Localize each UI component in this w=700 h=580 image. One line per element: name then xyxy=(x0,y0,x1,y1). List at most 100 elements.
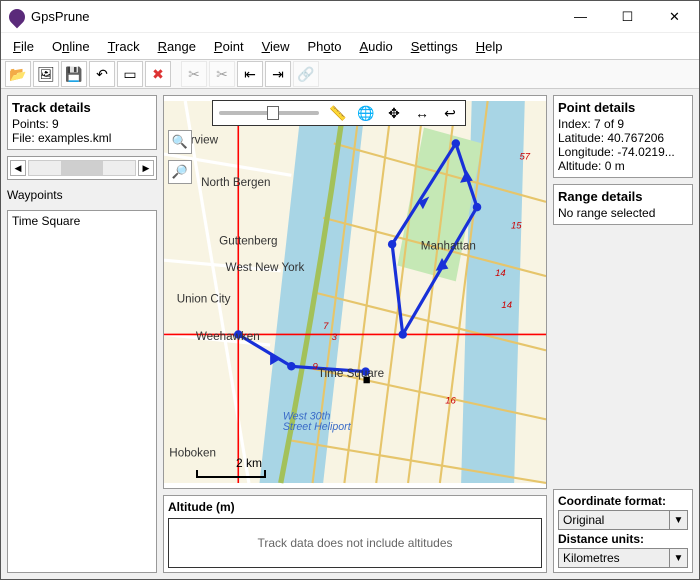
menu-photo[interactable]: Photo xyxy=(300,37,350,56)
range-end-button[interactable]: ⇥ xyxy=(265,61,291,87)
zoom-in-button[interactable]: 🔍 xyxy=(168,130,192,154)
svg-text:14: 14 xyxy=(501,300,512,311)
point-details-panel: Point details Index: 7 of 9 Latitude: 40… xyxy=(553,95,693,178)
map-toolbar: 📏 🌐 ✥ ↔ ↩ xyxy=(212,100,466,126)
window-controls: — ☐ ✕ xyxy=(558,3,697,31)
map-label-waypoint: Time Square xyxy=(318,367,384,380)
menu-settings[interactable]: Settings xyxy=(403,37,466,56)
altitude-message: Track data does not include altitudes xyxy=(168,518,542,568)
menu-track[interactable]: Track xyxy=(100,37,148,56)
delete-icon: ✖ xyxy=(152,66,164,83)
distance-units-label: Distance units: xyxy=(558,532,688,546)
app-icon xyxy=(6,5,29,28)
minimize-button[interactable]: — xyxy=(558,3,603,31)
globe-icon[interactable]: 🌐 xyxy=(357,104,375,122)
connect-button: 🔗 xyxy=(293,61,319,87)
move-icon[interactable]: ✥ xyxy=(385,104,403,122)
left-column: Track details Points: 9 File: examples.k… xyxy=(7,95,157,573)
slider-knob[interactable] xyxy=(267,106,279,120)
folder-open-icon: 📂 xyxy=(9,66,26,83)
undo-button[interactable]: ↶ xyxy=(89,61,115,87)
zoom-slider[interactable] xyxy=(219,111,319,115)
center-column: Cliffside Park Fairview North Bergen Gut… xyxy=(163,95,547,573)
chevron-down-icon: ▼ xyxy=(669,549,687,567)
range-details-panel: Range details No range selected xyxy=(553,184,693,225)
svg-text:9: 9 xyxy=(313,361,319,372)
maximize-button[interactable]: ☐ xyxy=(605,3,650,31)
distance-units-select[interactable]: Kilometres ▼ xyxy=(558,548,688,568)
share-icon[interactable]: ↔ xyxy=(413,104,431,122)
scroll-left-icon[interactable]: ◀ xyxy=(10,160,26,176)
scroll-thumb[interactable] xyxy=(61,161,103,175)
waypoints-heading: Waypoints xyxy=(7,186,157,204)
range-end-icon: ⇥ xyxy=(272,66,284,83)
track-file: File: examples.kml xyxy=(12,131,152,145)
range-start-icon: ⇤ xyxy=(244,66,256,83)
map-canvas[interactable]: Cliffside Park Fairview North Bergen Gut… xyxy=(164,96,546,488)
scale-bar: 2 km xyxy=(196,456,266,478)
track-details-panel: Track details Points: 9 File: examples.k… xyxy=(7,95,157,150)
map-label: Weehawken xyxy=(196,330,260,343)
menu-file[interactable]: File xyxy=(5,37,42,56)
point-alt: Altitude: 0 m xyxy=(558,159,688,173)
menubar: File Online Track Range Point View Photo… xyxy=(1,33,699,59)
point-details-heading: Point details xyxy=(558,100,688,115)
format-controls: Coordinate format: Original ▼ Distance u… xyxy=(553,489,693,573)
zoom-out-button[interactable]: 🔎 xyxy=(168,160,192,184)
open-button[interactable]: 📂 xyxy=(5,61,31,87)
link-icon: 🔗 xyxy=(297,66,314,83)
point-lat: Latitude: 40.767206 xyxy=(558,131,688,145)
close-button[interactable]: ✕ xyxy=(652,3,697,31)
scroll-right-icon[interactable]: ▶ xyxy=(138,160,154,176)
point-lon: Longitude: -74.0219... xyxy=(558,145,688,159)
scroll-track[interactable] xyxy=(28,160,136,176)
list-item[interactable]: Time Square xyxy=(10,213,154,229)
altitude-panel: Altitude (m) Track data does not include… xyxy=(163,495,547,573)
scale-bar-line xyxy=(196,470,266,478)
altitude-heading: Altitude (m) xyxy=(168,500,542,514)
add-photo-button[interactable]: 🖼 xyxy=(33,61,59,87)
save-button[interactable]: 💾 xyxy=(61,61,87,87)
svg-text:57: 57 xyxy=(519,151,530,162)
menu-online[interactable]: Online xyxy=(44,37,98,56)
scale-label: 2 km xyxy=(196,456,262,470)
svg-text:15: 15 xyxy=(511,220,522,231)
edit-icon: ▭ xyxy=(123,66,136,83)
map-label: West New York xyxy=(226,261,305,274)
track-scrollbar[interactable]: ◀ ▶ xyxy=(7,156,157,180)
zoom-controls: 🔍 🔎 xyxy=(168,130,192,184)
cut-button: ✂ xyxy=(181,61,207,87)
menu-view[interactable]: View xyxy=(254,37,298,56)
ruler-icon[interactable]: 📏 xyxy=(329,104,347,122)
menu-range[interactable]: Range xyxy=(150,37,204,56)
back-icon[interactable]: ↩ xyxy=(441,104,459,122)
waypoints-list[interactable]: Time Square xyxy=(7,210,157,573)
svg-text:16: 16 xyxy=(445,395,456,406)
delete-range-button: ✂ xyxy=(209,61,235,87)
menu-audio[interactable]: Audio xyxy=(352,37,401,56)
distance-units-value: Kilometres xyxy=(559,551,669,565)
menu-help[interactable]: Help xyxy=(468,37,511,56)
undo-icon: ↶ xyxy=(96,66,108,83)
range-details-heading: Range details xyxy=(558,189,688,204)
save-icon: 💾 xyxy=(65,66,82,83)
scissors-icon: ✂ xyxy=(216,66,228,83)
svg-text:14: 14 xyxy=(495,268,506,279)
menu-point[interactable]: Point xyxy=(206,37,252,56)
range-message: No range selected xyxy=(558,206,688,220)
map-label: Manhattan xyxy=(421,240,476,253)
coord-format-label: Coordinate format: xyxy=(558,494,688,508)
coord-format-select[interactable]: Original ▼ xyxy=(558,510,688,530)
edit-point-button[interactable]: ▭ xyxy=(117,61,143,87)
track-points: Points: 9 xyxy=(12,117,152,131)
range-start-button[interactable]: ⇤ xyxy=(237,61,263,87)
content: Track details Points: 9 File: examples.k… xyxy=(1,89,699,579)
right-column: Point details Index: 7 of 9 Latitude: 40… xyxy=(553,95,693,573)
svg-text:3: 3 xyxy=(332,332,338,343)
point-index: Index: 7 of 9 xyxy=(558,117,688,131)
map-view[interactable]: Cliffside Park Fairview North Bergen Gut… xyxy=(163,95,547,489)
delete-point-button[interactable]: ✖ xyxy=(145,61,171,87)
map-label: North Bergen xyxy=(201,176,270,189)
titlebar: GpsPrune — ☐ ✕ xyxy=(1,1,699,33)
map-label: Guttenberg xyxy=(219,234,277,247)
